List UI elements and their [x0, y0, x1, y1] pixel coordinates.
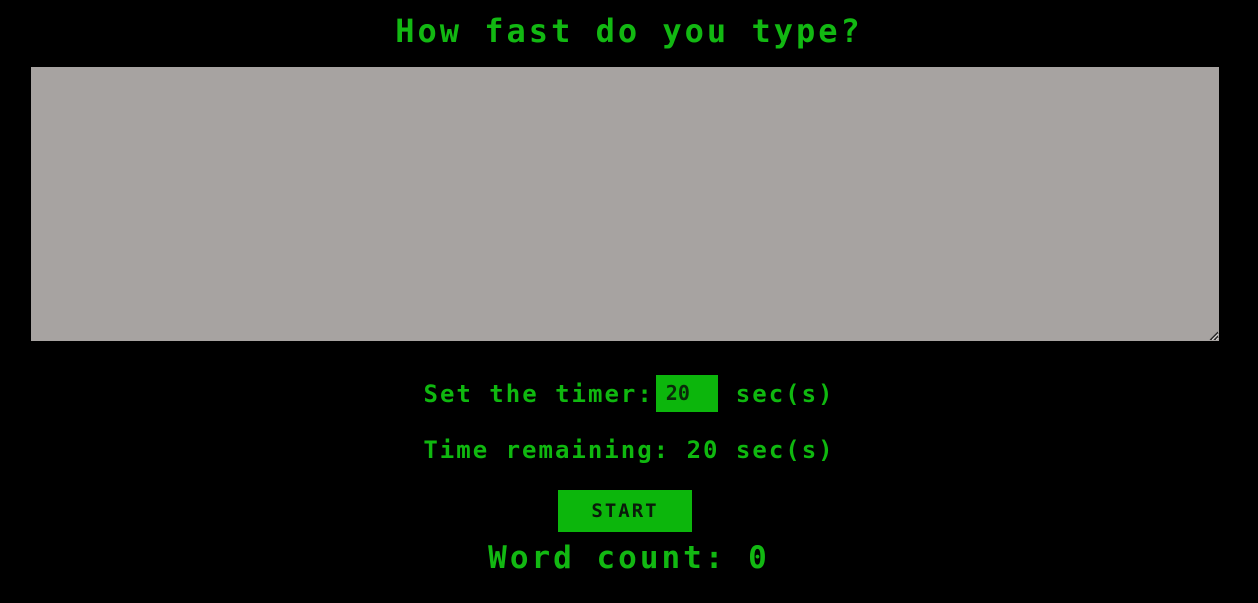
time-remaining-row: Time remaining: 20 sec(s)	[0, 436, 1258, 464]
timer-setting-row: Set the timer: sec(s)	[0, 375, 1258, 413]
timer-unit: sec(s)	[735, 380, 835, 408]
timer-input[interactable]	[655, 375, 718, 412]
word-count: Word count: 0	[0, 540, 1258, 576]
time-remaining-label: Time remaining:	[423, 436, 671, 464]
time-remaining-value: 20	[686, 436, 720, 464]
typing-textarea[interactable]	[31, 67, 1219, 341]
word-count-label: Word count:	[488, 540, 727, 576]
time-remaining-unit: sec(s)	[735, 436, 835, 464]
word-count-value: 0	[748, 540, 770, 576]
start-button[interactable]: START	[558, 490, 692, 532]
page-title: How fast do you type?	[395, 12, 863, 50]
timer-label: Set the timer:	[423, 380, 654, 408]
